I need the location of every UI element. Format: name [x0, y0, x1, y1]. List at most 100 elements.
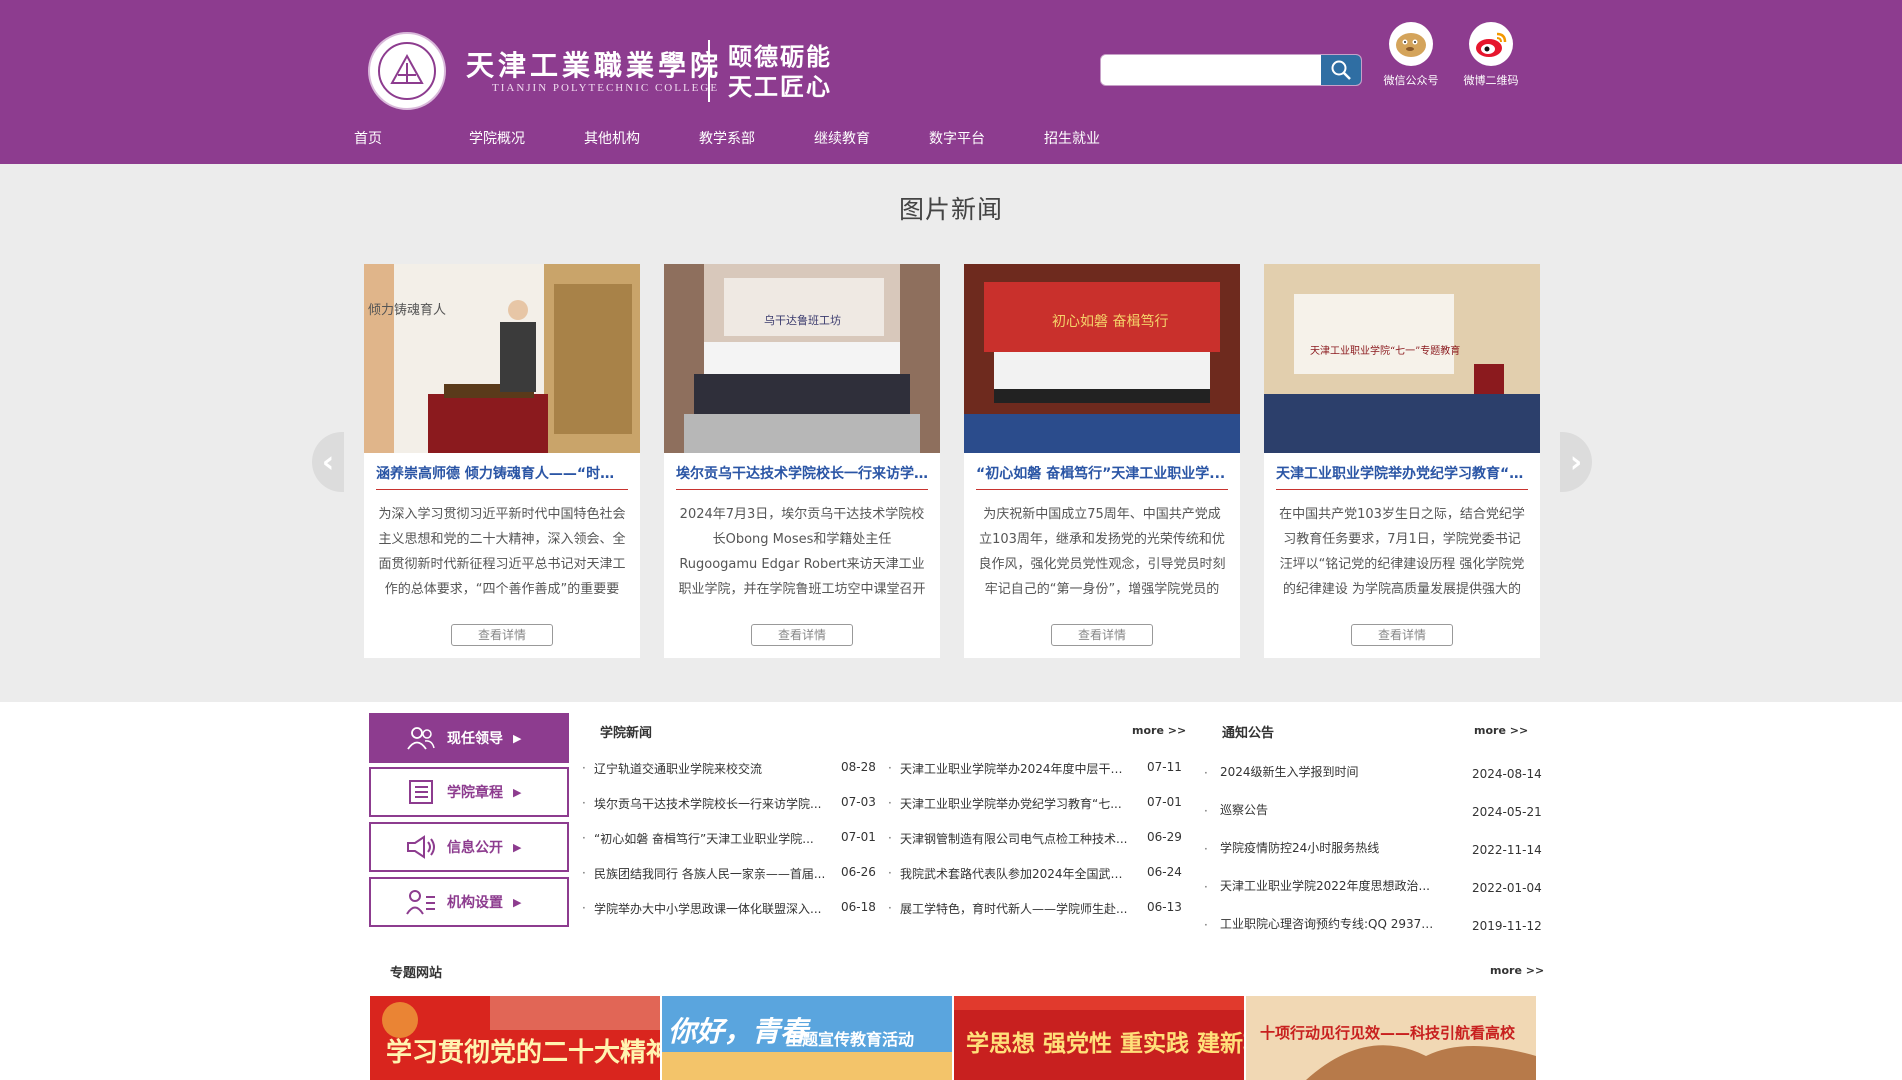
notice-list-item[interactable]: · 2024级新生入学报到时间 2024-08-14: [1204, 763, 1544, 783]
bullet-icon: ·: [1204, 804, 1208, 818]
bullet-icon: ·: [888, 866, 892, 880]
bullet-icon: ·: [1204, 880, 1208, 894]
weibo-qr-link[interactable]: 微博二维码: [1454, 22, 1528, 88]
svg-text:初心如磐 奋楫笃行: 初心如磐 奋楫笃行: [1052, 313, 1168, 330]
nav-item-other-institutions[interactable]: 其他机构: [570, 128, 685, 158]
site-header: 天津工業職業學院 TIANJIN POLYTECHNIC COLLEGE 颐德砺…: [0, 0, 1902, 164]
notice-date: 2022-11-14: [1472, 843, 1542, 857]
news-title: 辽宁轨道交通职业学院来校交流: [594, 762, 763, 776]
special-sites-heading: 专题网站: [390, 966, 443, 981]
special-site-banner[interactable]: 十项行动见行见效——科技引航看高校: [1246, 996, 1536, 1080]
news-card-image[interactable]: 初心如磐 奋楫笃行: [964, 264, 1240, 453]
banner-text: 主题宣传教育活动: [786, 1030, 915, 1049]
notices-more-link[interactable]: more >>: [1474, 724, 1528, 737]
play-arrow-icon: ▶: [513, 731, 522, 745]
wechat-label: 微信公众号: [1383, 74, 1439, 87]
news-title: 天津钢管制造有限公司电气点检工种技术...: [900, 832, 1128, 846]
bullet-icon: ·: [888, 901, 892, 915]
chevron-right-icon: ›: [1569, 444, 1583, 480]
play-arrow-icon: ▶: [513, 840, 522, 854]
bullet-icon: ·: [1204, 918, 1208, 932]
college-name-en: TIANJIN POLYTECHNIC COLLEGE: [492, 82, 720, 94]
current-leaders-button[interactable]: 现任领导 ▶: [369, 713, 569, 763]
nav-item-admissions[interactable]: 招生就业: [1030, 128, 1145, 158]
college-logo[interactable]: 天津工業職業學院 TIANJIN POLYTECHNIC COLLEGE 颐德砺…: [368, 30, 838, 112]
news-date: 08-28: [841, 760, 876, 774]
nav-item-home[interactable]: 首页: [340, 128, 455, 158]
news-card-title[interactable]: “初心如磐 奋楫笃行”天津工业职业学...: [976, 463, 1228, 490]
college-charter-button[interactable]: 学院章程 ▶: [369, 767, 569, 817]
news-list-item[interactable]: · 展工学特色，育时代新人——学院师生赴... 06-13: [888, 900, 1188, 920]
nav-item-continuing-education[interactable]: 继续教育: [800, 128, 915, 158]
nav-item-departments[interactable]: 教学系部: [685, 128, 800, 158]
college-motto: 颐德砺能 天工匠心: [728, 42, 832, 102]
news-date: 06-29: [1147, 830, 1182, 844]
organization-button[interactable]: 机构设置 ▶: [369, 877, 569, 927]
news-title: 天津工业职业学院举办2024年度中层干部...: [900, 762, 1132, 776]
chevron-left-icon: ‹: [321, 444, 335, 480]
search-input[interactable]: [1101, 55, 1321, 85]
weibo-label: 微博二维码: [1463, 74, 1519, 87]
news-card-title[interactable]: 埃尔贡乌干达技术学院校长一行来访学院...: [676, 463, 928, 490]
banner-text: 学习贯彻党的二十大精神: [386, 1038, 660, 1068]
people-icon: [405, 725, 437, 751]
news-list-item[interactable]: · 辽宁轨道交通职业学院来校交流 08-28: [582, 760, 882, 780]
news-list-item[interactable]: · 我院武术套路代表队参加2024年全国武术... 06-24: [888, 865, 1188, 885]
bullet-icon: ·: [582, 761, 586, 775]
nav-item-digital-platform[interactable]: 数字平台: [915, 128, 1030, 158]
news-list-item[interactable]: · 天津工业职业学院举办2024年度中层干部... 07-11: [888, 760, 1188, 780]
college-news-more-link[interactable]: more >>: [1132, 724, 1186, 737]
news-title: 我院武术套路代表队参加2024年全国武术...: [900, 867, 1132, 881]
view-details-button[interactable]: 查看详情: [451, 624, 553, 646]
news-date: 06-18: [841, 900, 876, 914]
notice-date: 2022-01-04: [1472, 881, 1542, 895]
news-list-item[interactable]: · 学院举办大中小学思政课一体化联盟深入... 06-18: [582, 900, 882, 920]
news-card: 乌干达鲁班工坊 埃尔贡乌干达技术学院校长一行来访学院... 2024年7月3日，…: [664, 264, 940, 658]
special-site-banner[interactable]: 学思想 强党性 重实践 建新功: [954, 996, 1244, 1080]
news-card: 天津工业职业学院“七一”专题教育 天津工业职业学院举办党纪学习教育“七... 在…: [1264, 264, 1540, 658]
news-card-title[interactable]: 涵养崇高师德 倾力铸魂育人——“时代...: [376, 463, 628, 490]
bullet-icon: ·: [888, 831, 892, 845]
megaphone-icon: [405, 834, 437, 860]
news-card-image[interactable]: 天津工业职业学院“七一”专题教育: [1264, 264, 1540, 453]
notice-title: 2024级新生入学报到时间: [1220, 765, 1359, 779]
view-details-button[interactable]: 查看详情: [1051, 624, 1153, 646]
notices-heading: 通知公告: [1222, 726, 1275, 741]
wechat-qr-link[interactable]: 微信公众号: [1374, 22, 1448, 88]
search-box: [1100, 54, 1362, 86]
nav-item-about[interactable]: 学院概况: [455, 128, 570, 158]
play-arrow-icon: ▶: [513, 785, 522, 799]
news-list-item[interactable]: · 民族团结我同行 各族人民一家亲——首届... 06-26: [582, 865, 882, 885]
news-card-image[interactable]: 乌干达鲁班工坊: [664, 264, 940, 453]
news-date: 06-24: [1147, 865, 1182, 879]
special-site-banner[interactable]: 你好，青春 主题宣传教育活动: [662, 996, 952, 1080]
view-details-button[interactable]: 查看详情: [751, 624, 853, 646]
news-list-item[interactable]: · 埃尔贡乌干达技术学院校长一行来访学院... 07-03: [582, 795, 882, 815]
news-date: 07-01: [1147, 795, 1182, 809]
search-button[interactable]: [1321, 55, 1361, 85]
news-card-desc: 2024年7月3日，埃尔贡乌干达技术学院校长Obong Moses和学籍处主任R…: [678, 507, 926, 597]
information-disclosure-button[interactable]: 信息公开 ▶: [369, 822, 569, 872]
view-details-button[interactable]: 查看详情: [1351, 624, 1453, 646]
notice-list-item[interactable]: · 天津工业职业学院2022年度思想政治... 2022-01-04: [1204, 877, 1544, 897]
special-site-banner[interactable]: 学习贯彻党的二十大精神: [370, 996, 660, 1080]
news-card-title[interactable]: 天津工业职业学院举办党纪学习教育“七...: [1276, 463, 1528, 490]
banner-text: 十项行动见行见效——科技引航看高校: [1260, 1024, 1516, 1042]
news-list-item[interactable]: · “初心如磐 奋楫笃行”天津工业职业学院... 07-01: [582, 830, 882, 850]
bullet-icon: ·: [1204, 842, 1208, 856]
carousel-next-button[interactable]: ›: [1560, 432, 1592, 492]
play-arrow-icon: ▶: [513, 895, 522, 909]
college-news-heading: 学院新闻: [600, 726, 653, 741]
notice-list-item[interactable]: · 巡察公告 2024-05-21: [1204, 801, 1544, 821]
notice-list-item[interactable]: · 工业职院心理咨询预约专线:QQ 29374... 2019-11-12: [1204, 915, 1544, 935]
notice-list-item[interactable]: · 学院疫情防控24小时服务热线 2022-11-14: [1204, 839, 1544, 859]
special-sites-more-link[interactable]: more >>: [1490, 964, 1544, 977]
side-button-label: 信息公开: [447, 840, 503, 856]
news-title: “初心如磐 奋楫笃行”天津工业职业学院...: [594, 832, 814, 846]
news-card-image[interactable]: 倾力铸魂育人: [364, 264, 640, 453]
carousel-prev-button[interactable]: ‹: [312, 432, 344, 492]
news-list-item[interactable]: · 天津钢管制造有限公司电气点检工种技术... 06-29: [888, 830, 1188, 850]
weibo-icon: [1469, 22, 1513, 66]
news-card-desc: 为深入学习贯彻习近平新时代中国特色社会主义思想和党的二十大精神，深入领会、全面贯…: [378, 507, 626, 597]
news-list-item[interactable]: · 天津工业职业学院举办党纪学习教育“七... 07-01: [888, 795, 1188, 815]
